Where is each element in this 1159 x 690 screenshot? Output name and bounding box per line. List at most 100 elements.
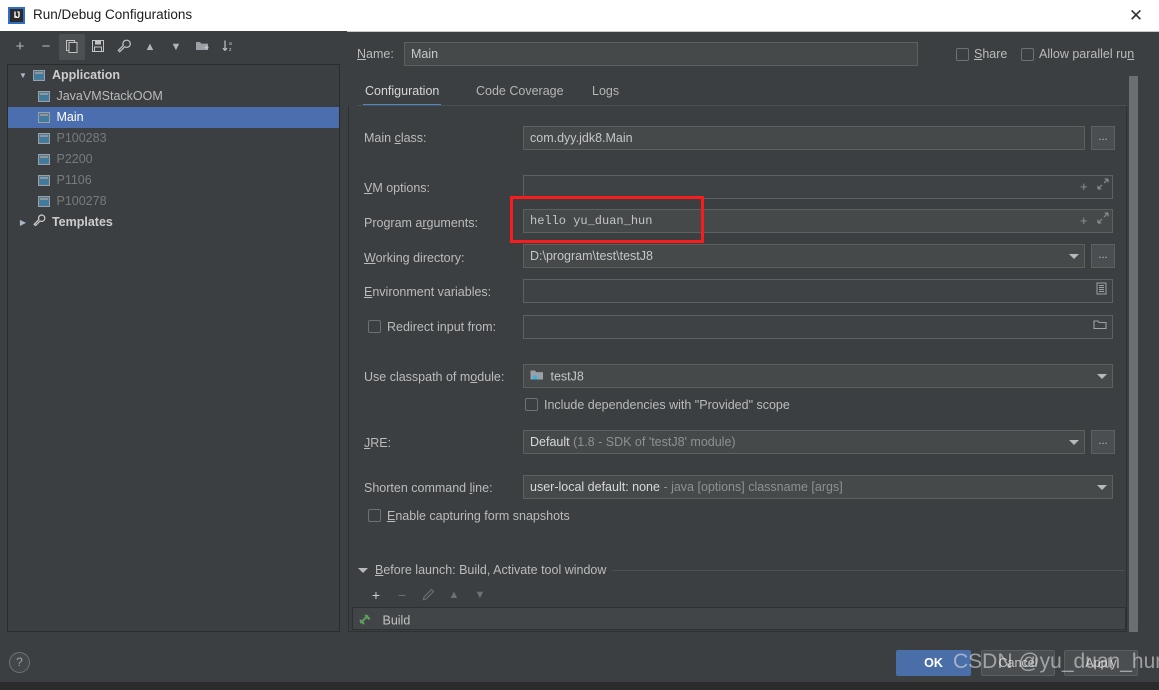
tree-item-p100283[interactable]: P100283 (8, 128, 339, 149)
environment-variables-editor-icon[interactable] (1096, 282, 1107, 298)
move-up-button[interactable]: ▲ (137, 34, 163, 60)
program-arguments-input[interactable]: hello yu_duan_hun (523, 209, 1113, 233)
vertical-scrollbar[interactable] (1129, 72, 1138, 636)
tree-item-p1106[interactable]: P1106 (8, 170, 339, 191)
environment-variables-input[interactable] (523, 279, 1113, 303)
sort-configurations-button[interactable]: a z (215, 34, 241, 60)
close-icon[interactable]: ✕ (1127, 7, 1145, 25)
remove-configuration-button[interactable]: − (33, 34, 59, 60)
tab-logs[interactable]: Logs (590, 78, 621, 104)
form-snapshots-label[interactable]: Enable capturing form snapshots (387, 509, 570, 523)
shorten-command-line-value: user-local default: none (530, 480, 660, 494)
before-launch-toolbar: + − ▲ ▼ (358, 584, 1128, 606)
include-provided-label[interactable]: Include dependencies with "Provided" sco… (544, 398, 790, 412)
edit-task-button (417, 584, 439, 606)
tree-item-label: Templates (51, 215, 113, 230)
main-class-input[interactable]: com.dyy.jdk8.Main (523, 126, 1085, 150)
add-configuration-button[interactable]: + (7, 34, 33, 60)
tree-item-p2200[interactable]: P2200 (8, 149, 339, 170)
twisty-icon[interactable]: ▼ (16, 65, 30, 86)
shorten-command-line-select[interactable]: user-local default: none - java [options… (523, 475, 1113, 499)
scrollbar-thumb[interactable] (1129, 76, 1138, 632)
jre-dropdown-icon[interactable] (1062, 431, 1084, 453)
application-icon (33, 65, 48, 86)
tree-item-label: JavaVMStackOOM (56, 89, 163, 104)
tree-item-javavmstackoom[interactable]: JavaVMStackOOM (8, 86, 339, 107)
working-directory-dropdown-icon[interactable] (1062, 245, 1084, 267)
save-configuration-button[interactable] (85, 34, 111, 60)
before-launch-task-list[interactable]: Build (352, 607, 1126, 630)
main-class-label: Main class: (364, 131, 427, 145)
environment-variables-label: Environment variables: (364, 285, 492, 299)
hammer-icon (359, 611, 379, 631)
redirect-input-folder-icon[interactable] (1093, 318, 1107, 334)
working-directory-label: Working directory: (364, 251, 465, 265)
classpath-module-dropdown-icon[interactable] (1090, 365, 1112, 387)
run-config-icon (38, 170, 53, 191)
tree-item-label: P1106 (56, 173, 92, 188)
help-button[interactable]: ? (9, 652, 30, 673)
cancel-button[interactable]: Cancel (981, 650, 1055, 676)
tree-item-label: Main (56, 110, 84, 125)
new-folder-button[interactable] (189, 34, 215, 60)
share-label[interactable]: Share (974, 47, 1007, 61)
tree-item-p100278[interactable]: P100278 (8, 191, 339, 212)
apply-button[interactable]: Apply (1064, 650, 1138, 676)
window-title-bar: IJ Run/Debug Configurations ✕ (0, 0, 1159, 32)
add-task-button[interactable]: + (365, 584, 387, 606)
vm-options-expand-icon[interactable] (1097, 178, 1109, 193)
configurations-tree[interactable]: ▼ Application JavaVMStackOOM Main P10028… (7, 64, 340, 632)
task-row-build[interactable]: Build (359, 611, 410, 628)
tab-configuration[interactable]: Configuration (363, 78, 442, 106)
move-down-button[interactable]: ▼ (163, 34, 189, 60)
sort-az-icon: a z (222, 40, 232, 53)
jre-label: JRE: (364, 436, 392, 450)
twisty-icon[interactable]: ▶ (16, 212, 30, 233)
edit-templates-button[interactable] (111, 34, 137, 60)
redirect-input-field[interactable] (523, 315, 1113, 339)
copy-icon (66, 40, 78, 53)
run-config-icon (38, 191, 53, 212)
shorten-command-line-dropdown-icon[interactable] (1090, 476, 1112, 498)
program-arguments-expand-icon[interactable] (1097, 212, 1109, 227)
redirect-input-label[interactable]: Redirect input from: (387, 320, 496, 334)
allow-parallel-run-label[interactable]: Allow parallel run (1039, 47, 1134, 61)
tree-item-label: P2200 (56, 152, 93, 167)
form-snapshots-checkbox[interactable] (368, 509, 381, 522)
tree-item-templates[interactable]: ▶ Templates (8, 212, 339, 233)
name-input[interactable]: Main (404, 42, 918, 66)
allow-parallel-run-checkbox[interactable] (1021, 48, 1034, 61)
ok-button[interactable]: OK (896, 650, 971, 676)
tree-item-application[interactable]: ▼ Application (8, 65, 339, 86)
templates-wrench-icon (33, 212, 48, 233)
run-debug-configurations-dialog: IJ Run/Debug Configurations ✕ + − ▲ ▼ a … (0, 0, 1159, 690)
left-panel-filler (0, 632, 347, 682)
working-directory-input[interactable]: D:\program\test\testJ8 (523, 244, 1085, 268)
tree-item-main[interactable]: Main (8, 107, 339, 128)
copy-configuration-button[interactable] (59, 34, 85, 60)
main-class-browse-button[interactable]: ... (1091, 126, 1115, 150)
share-checkbox[interactable] (956, 48, 969, 61)
classpath-module-select[interactable]: testJ8 (523, 364, 1113, 388)
wrench-icon (117, 39, 131, 53)
run-config-icon (38, 107, 53, 128)
folder-plus-icon (195, 42, 208, 50)
vm-options-plus-icon[interactable]: + (1080, 179, 1088, 194)
program-arguments-plus-icon[interactable]: + (1080, 213, 1088, 228)
redirect-input-checkbox[interactable] (368, 320, 381, 333)
jre-select[interactable]: Default (1.8 - SDK of 'testJ8' module) (523, 430, 1085, 454)
shorten-command-line-detail: - java [options] classname [args] (663, 480, 843, 494)
move-task-up-button: ▲ (448, 589, 460, 601)
jre-browse-button[interactable]: ... (1091, 430, 1115, 454)
run-config-icon (38, 128, 53, 149)
classpath-module-value: testJ8 (550, 369, 584, 384)
tab-code-coverage[interactable]: Code Coverage (474, 78, 566, 104)
vm-options-input[interactable] (523, 175, 1113, 199)
tree-item-label: P100283 (56, 131, 107, 146)
module-icon (530, 366, 547, 387)
include-provided-checkbox[interactable] (525, 398, 538, 411)
working-directory-browse-button[interactable]: ... (1091, 244, 1115, 268)
move-task-down-button: ▼ (474, 589, 486, 601)
svg-text:z: z (229, 47, 232, 53)
before-launch-twisty-icon[interactable] (358, 568, 368, 573)
